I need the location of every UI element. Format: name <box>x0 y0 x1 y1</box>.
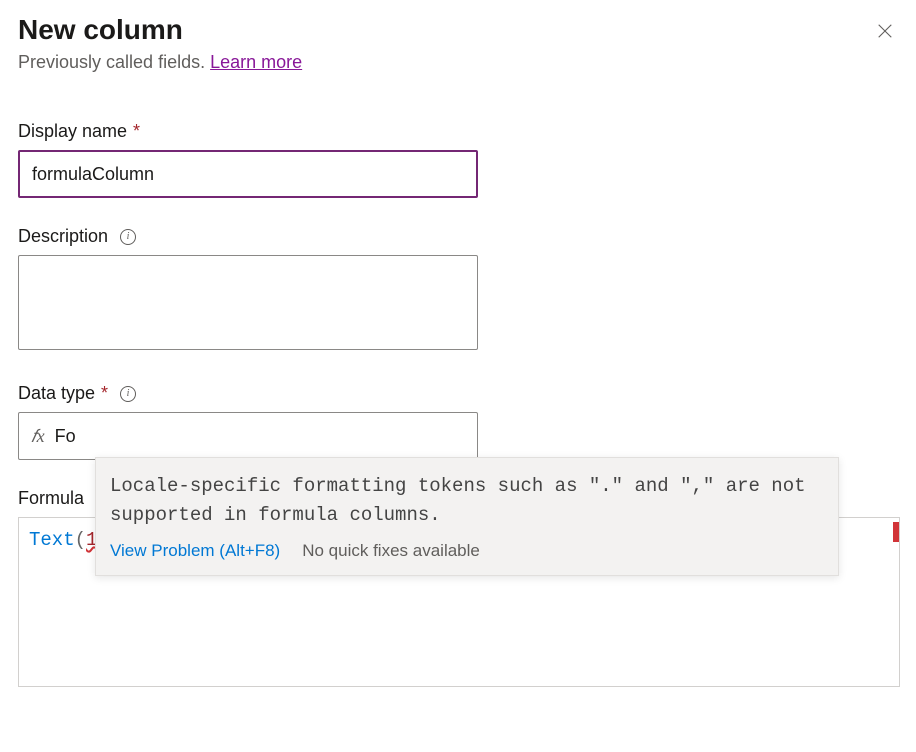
formula-paren-open: ( <box>75 529 86 551</box>
data-type-select[interactable]: 𝑓x Fo <box>18 412 478 460</box>
error-scroll-marker <box>893 522 899 542</box>
description-label: Description i <box>18 226 898 247</box>
data-type-label: Data type * i <box>18 383 898 404</box>
formula-label-text: Formula <box>18 488 84 508</box>
panel-title: New column <box>18 14 183 46</box>
info-icon[interactable]: i <box>120 229 136 245</box>
description-label-text: Description <box>18 226 108 247</box>
display-name-label-text: Display name <box>18 121 127 142</box>
view-problem-link[interactable]: View Problem (Alt+F8) <box>110 541 280 561</box>
learn-more-link[interactable]: Learn more <box>210 52 302 72</box>
error-tooltip: Locale-specific formatting tokens such a… <box>95 457 839 576</box>
display-name-input[interactable] <box>18 150 478 198</box>
tooltip-message: Locale-specific formatting tokens such a… <box>110 472 824 531</box>
required-indicator: * <box>133 121 140 142</box>
fx-icon: 𝑓x <box>31 426 45 447</box>
description-input[interactable] <box>18 255 478 350</box>
required-indicator: * <box>101 383 108 404</box>
data-type-value: Fo <box>55 426 76 447</box>
panel-subtitle: Previously called fields. Learn more <box>18 52 898 73</box>
no-fixes-text: No quick fixes available <box>302 541 480 561</box>
formula-fn-token: Text <box>29 529 75 551</box>
close-button[interactable] <box>872 18 898 48</box>
data-type-label-text: Data type <box>18 383 95 404</box>
close-icon <box>876 22 894 40</box>
info-icon[interactable]: i <box>120 386 136 402</box>
subtitle-text: Previously called fields. <box>18 52 210 72</box>
display-name-label: Display name * <box>18 121 898 142</box>
